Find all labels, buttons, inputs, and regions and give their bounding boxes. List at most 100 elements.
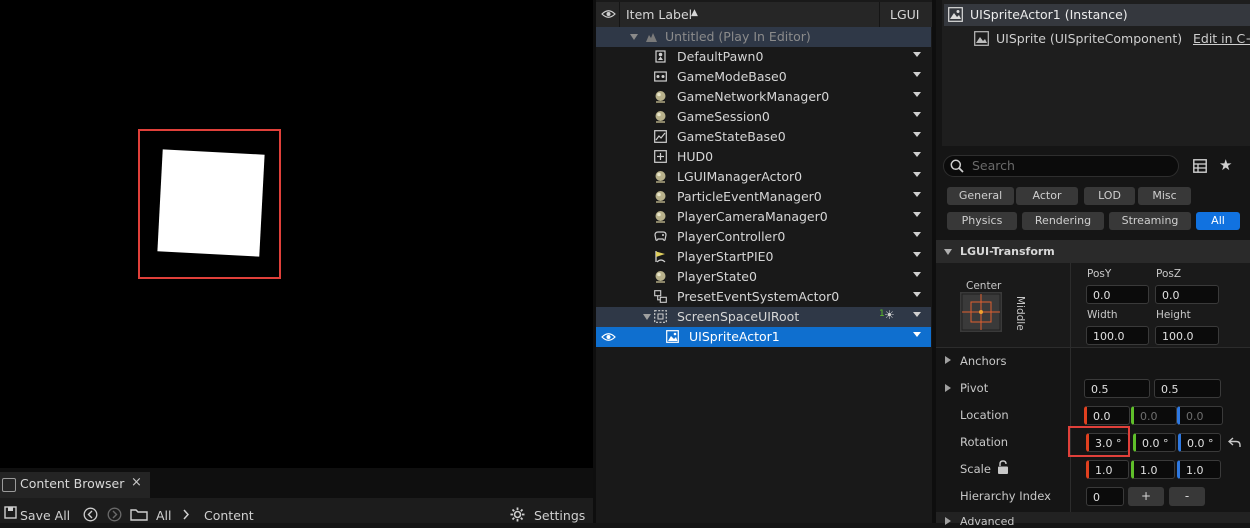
filter-lod[interactable]: LOD — [1084, 187, 1135, 205]
ui-sprite-icon — [666, 330, 679, 343]
outliner-world-row[interactable]: Untitled (Play In Editor) — [596, 27, 931, 47]
row-dropdown-icon[interactable] — [913, 292, 921, 297]
level-viewport[interactable] — [0, 0, 593, 468]
outliner-item-label: ScreenSpaceUIRoot — [677, 309, 800, 324]
path-all[interactable]: All — [156, 508, 172, 523]
chevron-right-icon — [183, 509, 190, 520]
location-label: Location — [960, 408, 1009, 422]
scale-x-field[interactable]: 1.0 — [1086, 460, 1129, 479]
row-dropdown-icon[interactable] — [913, 172, 921, 177]
outliner-row-playerstartpie0[interactable]: PlayerStartPIE0 — [596, 247, 931, 267]
outliner-row-playercontroller0[interactable]: PlayerController0 — [596, 227, 931, 247]
collapse-arrow-icon[interactable] — [643, 314, 651, 320]
row-dropdown-icon[interactable] — [913, 112, 921, 117]
lock-icon[interactable] — [996, 460, 1010, 475]
pivot-y-field[interactable]: 0.5 — [1154, 379, 1221, 398]
folder-icon[interactable] — [130, 508, 148, 521]
pivot-expand-icon[interactable] — [945, 384, 951, 392]
outliner-row-particleeventmanager0[interactable]: ParticleEventManager0 — [596, 187, 931, 207]
filter-streaming[interactable]: Streaming — [1109, 212, 1191, 230]
forward-arrow-icon[interactable] — [107, 507, 122, 522]
filter-rendering[interactable]: Rendering — [1022, 212, 1104, 230]
rotation-y-field[interactable]: 0.0 ° — [1133, 433, 1176, 452]
height-field[interactable]: 100.0 — [1155, 326, 1219, 345]
table-view-icon[interactable] — [1193, 159, 1207, 173]
collapse-arrow-icon[interactable] — [630, 34, 638, 40]
hierarchy-decrement-button[interactable]: - — [1169, 487, 1205, 506]
visibility-eye-icon[interactable] — [601, 332, 616, 342]
width-field[interactable]: 100.0 — [1086, 326, 1149, 345]
actor-sphere-icon — [655, 271, 666, 283]
location-z-field[interactable]: 0.0 — [1177, 406, 1223, 425]
visibility-eye-icon[interactable] — [601, 9, 616, 19]
path-content[interactable]: Content — [204, 508, 254, 523]
row-dropdown-icon[interactable] — [913, 272, 921, 277]
lgui-column[interactable]: LGUI — [890, 7, 920, 22]
scale-z-field[interactable]: 1.0 — [1177, 460, 1221, 479]
row-dropdown-icon[interactable] — [913, 212, 921, 217]
section-expand-icon[interactable] — [944, 249, 952, 255]
save-all-icon[interactable] — [4, 506, 17, 519]
save-all-button[interactable]: Save All — [20, 508, 70, 523]
outliner-row-playercameramanager0[interactable]: PlayerCameraManager0 — [596, 207, 931, 227]
outliner-row-screenspaceuiroot[interactable]: ScreenSpaceUIRoot 1 ☀ — [596, 307, 931, 327]
advanced-expand-icon[interactable] — [945, 517, 951, 525]
row-dropdown-icon[interactable] — [913, 332, 921, 337]
outliner-row-lguimanageractor0[interactable]: LGUIManagerActor0 — [596, 167, 931, 187]
content-browser-title: Content Browser — [20, 476, 125, 491]
outliner-row-uispriteactor1[interactable]: UISpriteActor1 — [596, 327, 931, 347]
filter-general[interactable]: General — [947, 187, 1014, 205]
outliner-row-playerstate0[interactable]: PlayerState0 — [596, 267, 931, 287]
settings-button[interactable]: Settings — [534, 508, 585, 523]
filter-misc[interactable]: Misc — [1138, 187, 1191, 205]
close-tab-icon[interactable]: × — [131, 475, 142, 490]
pawn-icon — [655, 50, 666, 63]
row-dropdown-icon[interactable] — [913, 232, 921, 237]
rotation-z-field[interactable]: 0.0 ° — [1178, 433, 1221, 452]
filter-all[interactable]: All — [1196, 212, 1240, 230]
sun-icon[interactable]: ☀ — [884, 308, 895, 322]
component-row[interactable]: UISprite (UISpriteComponent) — [996, 31, 1182, 46]
pivot-label: Pivot — [960, 381, 989, 395]
hud-icon — [654, 150, 667, 163]
item-label-column[interactable]: Item Label — [626, 7, 692, 22]
gear-icon[interactable] — [510, 507, 525, 522]
edit-in-cpp-link[interactable]: Edit in C++ — [1193, 31, 1250, 46]
row-dropdown-icon[interactable] — [913, 192, 921, 197]
scale-y-field[interactable]: 1.0 — [1131, 460, 1175, 479]
outliner-row-hud0[interactable]: HUD0 — [596, 147, 931, 167]
instance-title: UISpriteActor1 (Instance) — [970, 7, 1128, 22]
star-icon[interactable]: ★ — [1219, 156, 1232, 174]
row-dropdown-icon[interactable] — [913, 312, 921, 317]
hierarchy-increment-button[interactable]: + — [1128, 487, 1164, 506]
outliner-row-gamesession0[interactable]: GameSession0 — [596, 107, 931, 127]
row-dropdown-icon[interactable] — [913, 252, 921, 257]
row-dropdown-icon[interactable] — [913, 52, 921, 57]
row-dropdown-icon[interactable] — [913, 72, 921, 77]
location-y-field[interactable]: 0.0 — [1131, 406, 1177, 425]
row-dropdown-icon[interactable] — [913, 92, 921, 97]
outliner-row-defaultpawn0[interactable]: DefaultPawn0 — [596, 47, 931, 67]
location-x-field[interactable]: 0.0 — [1084, 406, 1130, 425]
advanced-label: Advanced — [960, 515, 1015, 528]
outliner-row-gamemodebase0[interactable]: GameModeBase0 — [596, 67, 931, 87]
anchor-preset-button[interactable] — [960, 292, 1002, 332]
reset-to-default-icon[interactable] — [1228, 437, 1241, 448]
outliner-row-gamestatebase0[interactable]: GameStateBase0 — [596, 127, 931, 147]
posz-field[interactable]: 0.0 — [1155, 285, 1219, 304]
anchors-expand-icon[interactable] — [945, 356, 951, 364]
outliner-row-preseteventsystemactor0[interactable]: PresetEventSystemActor0 — [596, 287, 931, 307]
filter-physics[interactable]: Physics — [947, 212, 1017, 230]
pivot-x-field[interactable]: 0.5 — [1084, 379, 1150, 398]
outliner-item-label: PlayerController0 — [677, 229, 786, 244]
posy-field[interactable]: 0.0 — [1086, 285, 1149, 304]
outliner-row-gamenetworkmanager0[interactable]: GameNetworkManager0 — [596, 87, 931, 107]
sort-ascending-icon[interactable]: ▲ — [691, 8, 698, 18]
outliner-item-label: GameNetworkManager0 — [677, 89, 830, 104]
back-arrow-icon[interactable] — [83, 507, 98, 522]
filter-actor[interactable]: Actor — [1016, 187, 1078, 205]
hierarchy-index-field[interactable]: 0 — [1086, 487, 1124, 506]
outliner-item-label: GameSession0 — [677, 109, 770, 124]
row-dropdown-icon[interactable] — [913, 152, 921, 157]
row-dropdown-icon[interactable] — [913, 132, 921, 137]
